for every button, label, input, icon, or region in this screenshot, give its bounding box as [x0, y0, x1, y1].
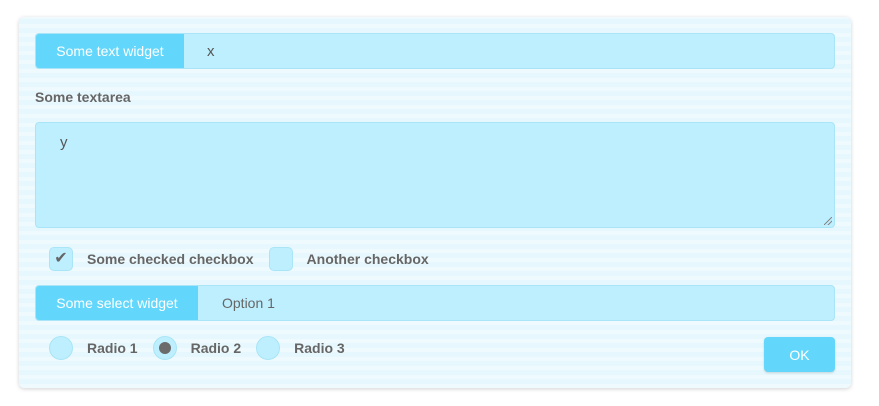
textarea-label: Some textarea	[35, 89, 131, 105]
radio-2[interactable]	[152, 336, 177, 360]
checkbox-checked-label: Some checked checkbox	[87, 251, 254, 267]
radio-selected-dot-icon	[158, 342, 171, 354]
resize-grip-icon[interactable]	[824, 217, 832, 225]
text-widget-input[interactable]: x	[207, 34, 215, 68]
radio-1[interactable]	[49, 336, 73, 360]
text-widget: Some text widget x	[35, 33, 835, 69]
form-panel: Some text widget x Some textarea y ✔ Som…	[19, 17, 851, 388]
radio-group: Radio 1 Radio 2 Radio 3	[49, 335, 345, 361]
select-widget-label: Some select widget	[36, 286, 198, 320]
checkbox-checked[interactable]: ✔	[49, 247, 73, 271]
checkbox-row: ✔ Some checked checkbox Another checkbox	[49, 246, 429, 272]
checkbox-unchecked-label: Another checkbox	[306, 251, 429, 267]
radio-1-label: Radio 1	[87, 340, 138, 356]
textarea-input[interactable]: y	[35, 122, 835, 228]
radio-3[interactable]	[256, 336, 281, 360]
radio-2-label: Radio 2	[190, 340, 242, 356]
textarea-value: y	[60, 134, 68, 151]
text-widget-label: Some text widget	[36, 34, 184, 68]
checkmark-icon: ✔	[54, 250, 68, 267]
radio-3-label: Radio 3	[294, 340, 345, 356]
checkbox-unchecked[interactable]	[268, 247, 293, 271]
ok-button[interactable]: OK	[764, 337, 835, 372]
select-widget-value[interactable]: Option 1	[222, 286, 275, 320]
select-widget[interactable]: Some select widget Option 1	[35, 285, 835, 321]
